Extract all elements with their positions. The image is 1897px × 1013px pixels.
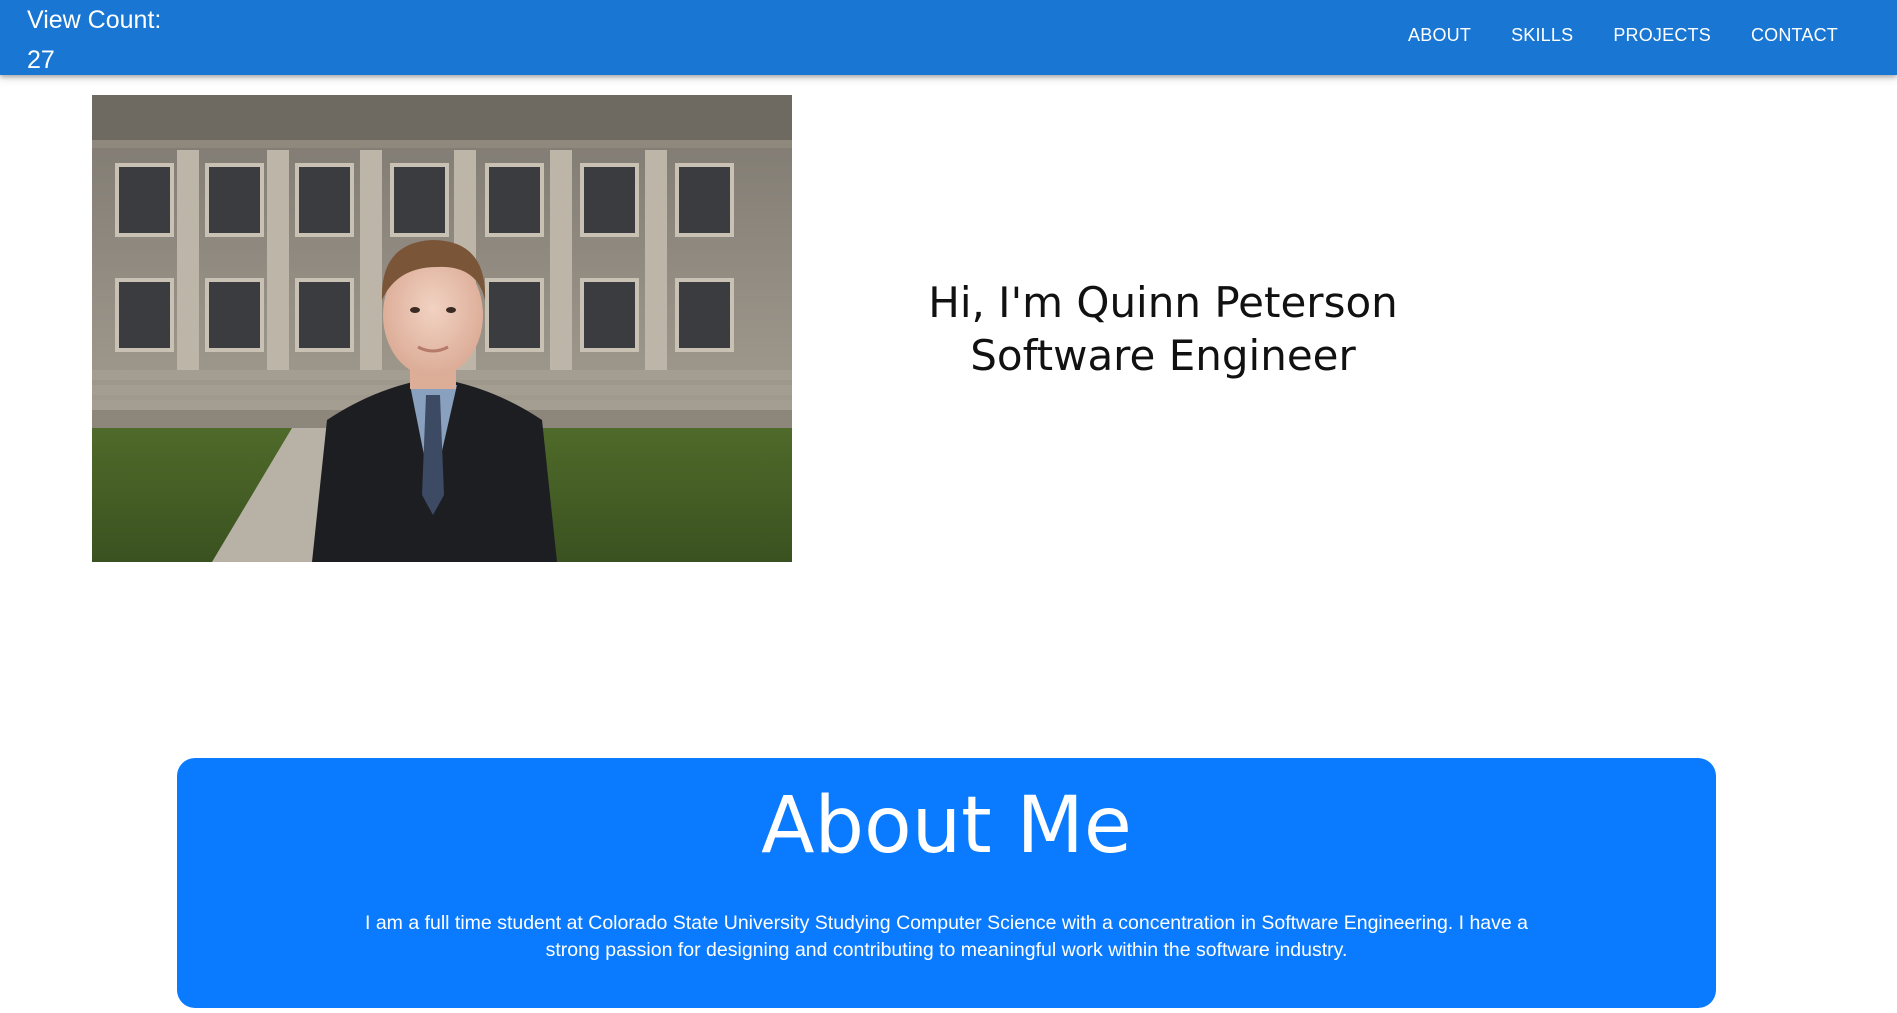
app-bar: View Count: 27 ABOUT SKILLS PROJECTS CON… [0,0,1897,75]
about-section: About Me I am a full time student at Col… [177,758,1716,1008]
nav-projects[interactable]: PROJECTS [1593,17,1731,54]
profile-photo [92,95,792,562]
main-nav: ABOUT SKILLS PROJECTS CONTACT [1388,0,1858,70]
about-title: About Me [761,781,1132,871]
nav-about[interactable]: ABOUT [1388,17,1491,54]
hero-role: Software Engineer [970,331,1356,380]
hero-greeting: Hi, I'm Quinn Peterson [928,278,1398,327]
hero-heading: Hi, I'm Quinn Peterson Software Engineer [863,276,1463,382]
view-count-value: 27 [27,46,55,74]
view-count: View Count: 27 [27,0,247,80]
about-body: I am a full time student at Colorado Sta… [364,912,1529,961]
nav-contact[interactable]: CONTACT [1731,17,1858,54]
view-count-label: View Count: [27,6,162,34]
nav-skills[interactable]: SKILLS [1491,17,1593,54]
